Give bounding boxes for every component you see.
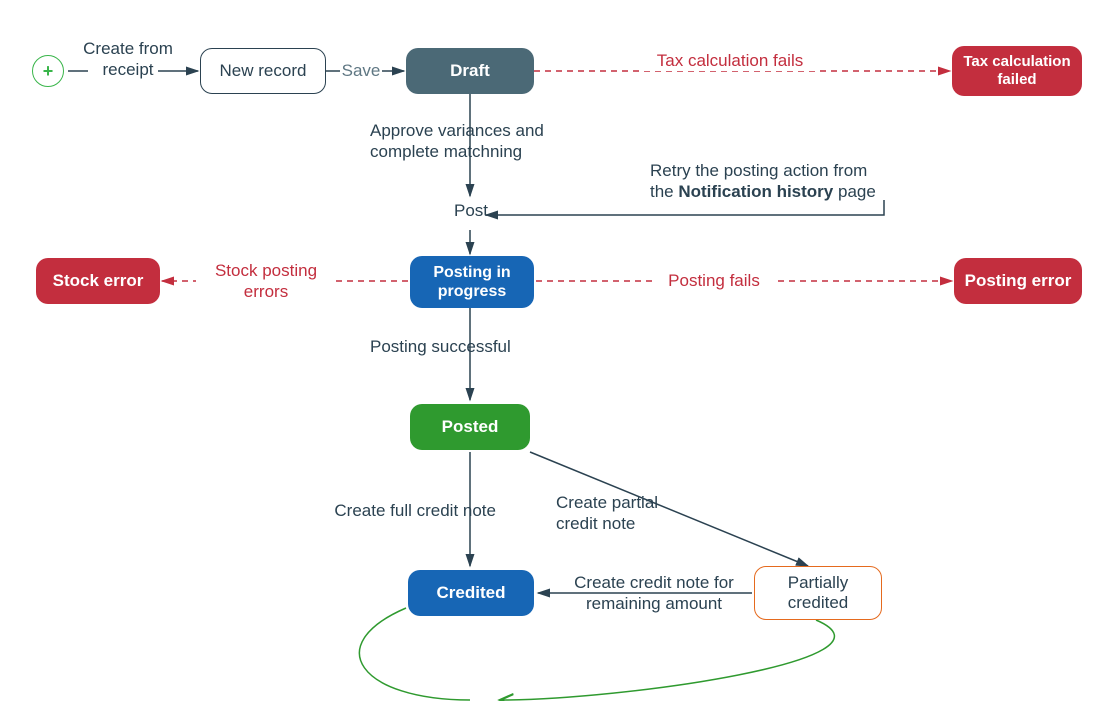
- label-retry: Retry the posting action from the Notifi…: [650, 160, 910, 203]
- label-save: Save: [336, 60, 386, 81]
- label-retry-line1: Retry the posting action from: [650, 161, 867, 180]
- node-posted: Posted: [410, 404, 530, 450]
- node-new-record: New record: [200, 48, 326, 94]
- label-tax-calc-fails: Tax calculation fails: [640, 50, 820, 71]
- label-stock-posting-errors: Stock posting errors: [196, 260, 336, 303]
- node-posting-progress: Posting in progress: [410, 256, 534, 308]
- label-create-partial-credit: Create partial credit note: [556, 492, 696, 535]
- edge-green-left: [359, 608, 470, 700]
- create-icon: +: [32, 55, 64, 87]
- node-credited: Credited: [408, 570, 534, 616]
- node-partially-credited: Partially credited: [754, 566, 882, 620]
- label-posting-fails: Posting fails: [654, 270, 774, 291]
- edge-green-right: [500, 620, 834, 700]
- label-approve-variances: Approve variances and complete matchning: [370, 120, 590, 163]
- node-stock-error: Stock error: [36, 258, 160, 304]
- label-create-full-credit: Create full credit note: [296, 500, 496, 521]
- workflow-diagram: + Create from receipt New record Save Dr…: [0, 0, 1102, 701]
- label-retry-line2-bold: Notification history: [678, 182, 833, 201]
- label-posting-successful: Posting successful: [370, 336, 570, 357]
- node-posting-error: Posting error: [954, 258, 1082, 304]
- label-create-from-receipt: Create from receipt: [78, 38, 178, 81]
- node-tax-fail: Tax calculation failed: [952, 46, 1082, 96]
- label-create-remaining: Create credit note for remaining amount: [554, 572, 754, 615]
- node-draft: Draft: [406, 48, 534, 94]
- label-post: Post: [446, 200, 496, 221]
- label-retry-line2-post: page: [833, 182, 876, 201]
- label-retry-line2-pre: the: [650, 182, 678, 201]
